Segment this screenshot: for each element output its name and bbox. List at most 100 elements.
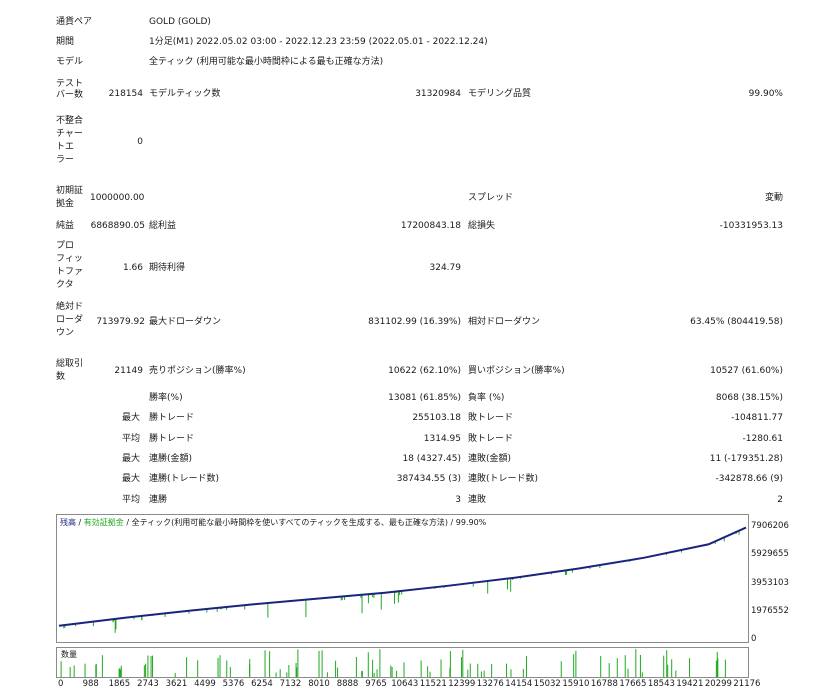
quality-label: モデリング品質 [468,89,532,99]
ticks-value: 31320984 [415,89,461,99]
rel-drawdown-value: 63.45% (804419.58) [690,317,783,327]
model-value: 全ティック (利用可能な最小時間枠による最も正確な方法) [149,57,384,67]
avg-cons-prefix: 平均 [122,495,141,505]
y-tick-label: 7906206 [751,521,789,531]
max-drawdown-value: 831102.99 (16.39%) [368,317,461,327]
max-drawdown-label: 最大ドローダウン [149,317,222,327]
symbol-value: GOLD (GOLD) [149,17,211,27]
x-tick-label: 12399 [448,679,476,689]
volume-chart-svg [60,649,726,677]
largest-win-label: 勝トレード [149,413,195,423]
spread-label: スプレッド [468,193,514,203]
gross-profit-value: 17200843.18 [400,221,461,231]
loss-pct-label: 負率 (%) [468,393,505,403]
long-positions-value: 10527 (61.60%) [710,366,783,376]
x-tick-label: 0 [58,679,64,689]
total-trades-label: 総取引 数 [56,359,84,382]
gross-loss-value: -10331953.13 [719,221,783,231]
avg-loss-value: -1280.61 [742,434,783,444]
y-tick-label: 5929655 [751,549,789,560]
legend-equity: 有効証拠金 [83,518,124,527]
deposit-value: 1000000.00 [90,193,145,203]
avg-win-label: 勝トレード [149,434,195,444]
loss-pct-value: 8068 (38.15%) [715,393,783,403]
max-cons-prefix: 最大 [122,454,141,464]
period-value: 1分足(M1) 2022.05.02 03:00 - 2022.12.23 23… [149,37,488,47]
expected-payoff-value: 324.79 [429,263,462,273]
x-tick-label: 8010 [308,679,330,689]
ticks-label: モデルティック数 [149,89,221,99]
spread-value: 変動 [764,193,783,203]
symbol-label: 通貨ペア [56,17,93,27]
y-tick-label: 1976552 [751,605,789,616]
win-pct-value: 13081 (61.85%) [388,393,461,403]
bars-value: 218154 [108,89,143,99]
x-tick-label: 5376 [222,679,245,689]
cons-profit-value: 387434.55 (3) [396,474,461,484]
gross-profit-label: 総利益 [149,221,177,231]
x-tick-label: 6254 [251,679,273,689]
gross-loss-label: 総損失 [468,221,496,231]
y-tick-label: 0 [751,634,757,644]
volume-label: 数量 [61,650,77,659]
largest-win-value: 255103.18 [412,413,461,423]
deposit-label: 初期証 拠金 [56,186,84,209]
x-tick-label: 19421 [676,679,704,689]
cons-losses-amt-label: 連敗(金額) [468,454,512,464]
x-tick-label: 21176 [733,679,761,689]
x-tick-label: 988 [82,679,99,689]
average-prefix: 平均 [122,434,141,444]
x-tick-label: 16788 [590,679,618,689]
avg-cons-wins-label: 連勝 [149,495,168,505]
max-cons-count-prefix: 最大 [122,474,141,484]
x-tick-label: 4499 [194,679,216,689]
cons-losses-amt-value: 11 (-179351.28) [709,454,783,464]
x-tick-label: 13276 [476,679,504,689]
cons-wins-amt-label: 連勝(金額) [149,454,193,464]
x-tick-label: 15910 [562,679,590,689]
largest-loss-label: 敗トレード [468,413,514,423]
short-positions-label: 売りポジション(勝率%) [149,366,246,376]
avg-win-value: 1314.95 [423,434,461,444]
legend-balance: 残高 [60,518,76,527]
x-tick-label: 10643 [391,679,419,689]
cons-wins-amt-value: 18 (4327.45) [402,454,461,464]
x-tick-label: 9765 [365,679,387,689]
avg-cons-wins-value: 3 [455,495,461,505]
largest-loss-value: -104811.77 [731,413,783,423]
x-tick-label: 11521 [419,679,447,689]
rel-drawdown-label: 相対ドローダウン [468,317,541,327]
largest-prefix: 最大 [122,413,141,423]
cons-loss-label: 連敗(トレード数) [468,474,539,484]
balance-chart-svg [58,526,747,633]
x-tick-label: 8888 [336,679,359,689]
period-label: 期間 [56,37,75,47]
x-tick-label: 17665 [619,679,647,689]
profit-factor-value: 1.66 [122,263,143,273]
expected-payoff-label: 期待利得 [149,263,186,273]
x-tick-label: 2743 [137,679,159,689]
x-tick-label: 3621 [165,679,188,689]
win-pct-label: 勝率(%) [149,393,183,403]
x-tick-label: 1865 [108,679,131,689]
long-positions-label: 買いポジション(勝率%) [468,366,565,376]
cons-loss-value: -342878.66 (9) [715,474,783,484]
balance-chart [56,514,749,643]
volume-chart [56,647,749,678]
x-tick-label: 20299 [704,679,732,689]
x-tick-label: 7132 [279,679,302,689]
avg-cons-losses-label: 連敗 [468,495,487,505]
avg-cons-losses-value: 2 [777,495,783,505]
model-label: モデル [56,57,84,67]
x-tick-label: 15032 [533,679,561,689]
balance-line [58,526,747,627]
mismatch-label: 不整合 チャー トエ ラー [56,116,84,165]
mismatch-value: 0 [137,137,143,147]
total-trades-value: 21149 [114,366,143,376]
legend-model: 全ティック(利用可能な最小時間枠を使いすべてのティックを生成する、最も正確な方法… [131,518,487,527]
abs-drawdown-value: 713979.92 [96,317,145,327]
x-tick-label: 18543 [647,679,675,689]
avg-loss-label: 敗トレード [468,434,514,444]
net-profit-value: 6868890.05 [90,221,145,231]
profit-factor-label: プロ フィッ トファ クタ [56,241,84,290]
